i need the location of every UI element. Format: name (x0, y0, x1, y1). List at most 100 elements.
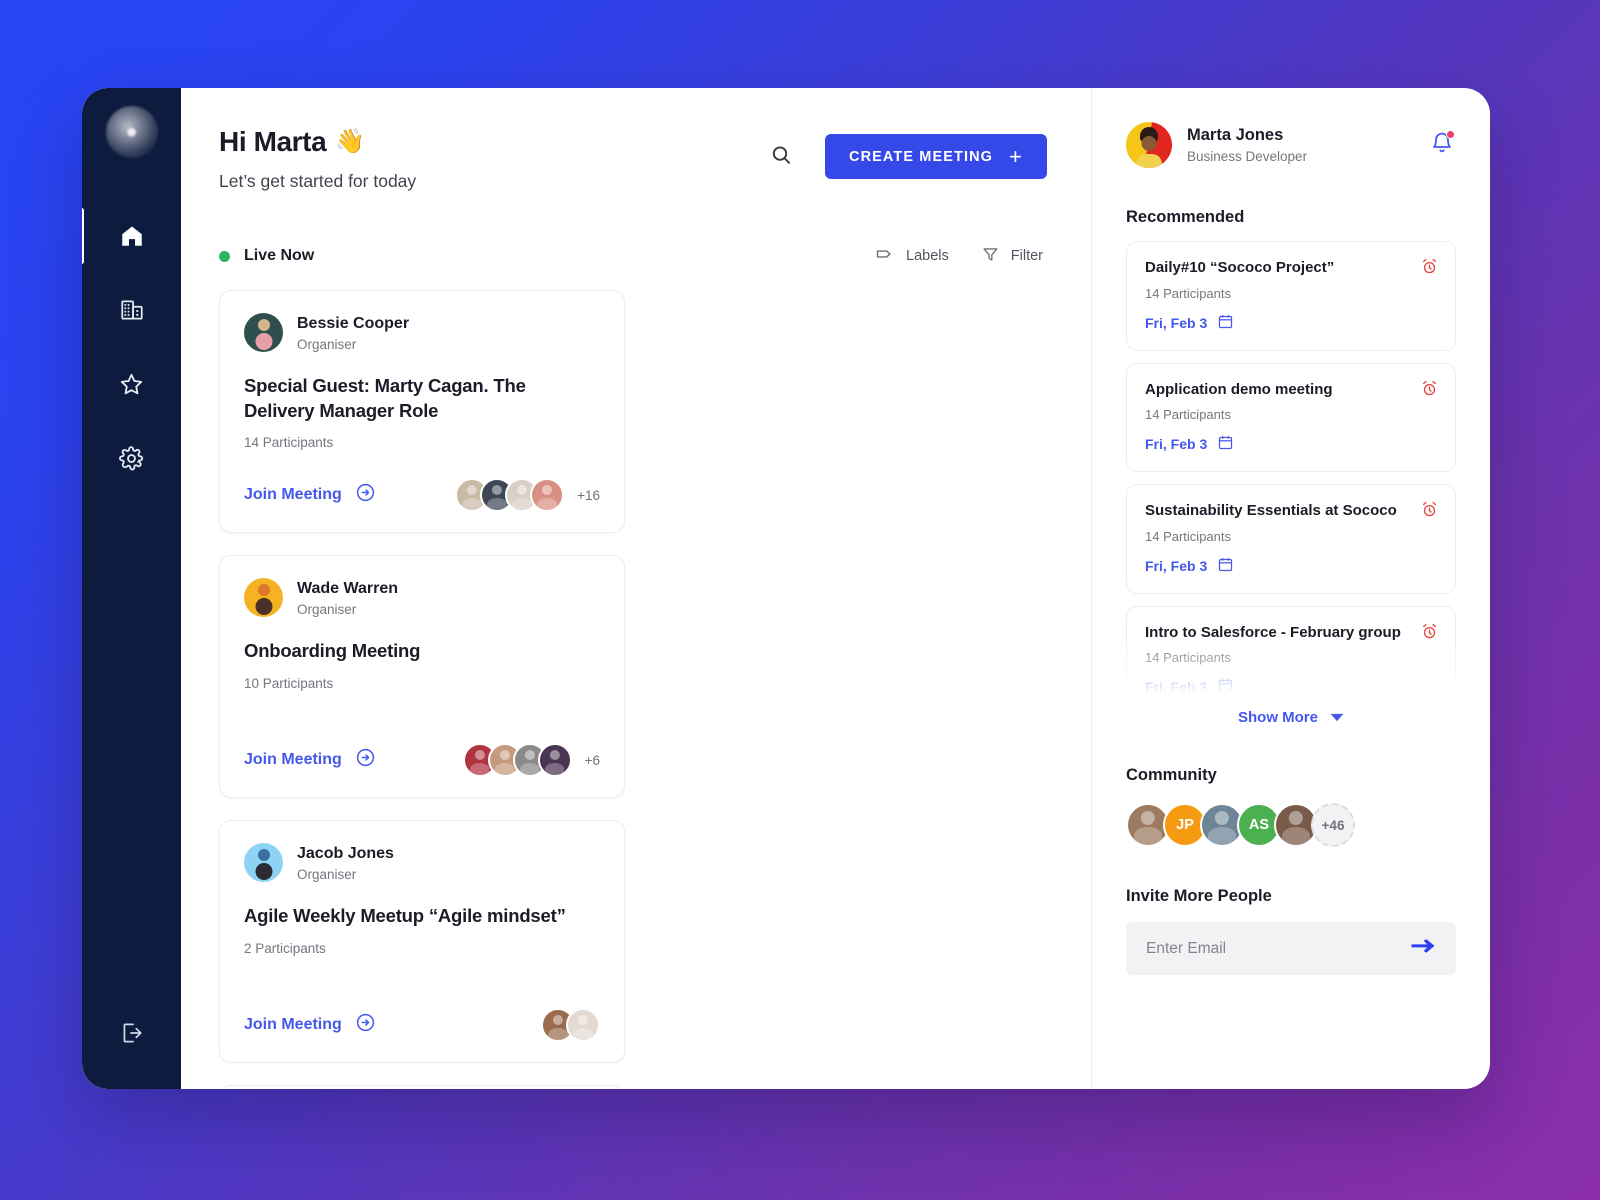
meeting-card[interactable]: Wade Warren Organiser Onboarding Meeting… (219, 555, 625, 799)
recommended-date[interactable]: Fri, Feb 3 (1145, 677, 1437, 697)
create-meeting-button[interactable]: CREATE MEETING + (825, 134, 1047, 179)
meeting-card[interactable]: Jacob Jones Organiser Agile Weekly Meetu… (219, 820, 625, 1064)
labels-label: Labels (906, 248, 949, 265)
card-footer: Join Meeting (244, 988, 600, 1043)
meeting-title: Onboarding Meeting (244, 640, 421, 662)
meeting-card[interactable]: Ronald Richards Organiser “Sustainabilit… (219, 1085, 625, 1089)
join-meeting-button[interactable]: Join Meeting (244, 1012, 376, 1038)
participant-avatar[interactable] (537, 743, 572, 778)
recommended-participants: 14 Participants (1145, 650, 1231, 665)
community-avatars: JP AS +46 (1126, 803, 1456, 847)
top-actions: CREATE MEETING + (765, 134, 1047, 179)
chevron-down-icon (1330, 709, 1344, 726)
meeting-card[interactable]: Bessie Cooper Organiser Special Guest: M… (219, 290, 625, 534)
organiser-role: Organiser (297, 601, 357, 617)
alarm-clock-icon[interactable] (1420, 379, 1439, 403)
recommended-date[interactable]: Fri, Feb 3 (1145, 434, 1437, 454)
card-footer: Join Meeting +16 (244, 458, 600, 513)
greeting-text: Hi Marta (219, 126, 327, 157)
recommended-title: Application demo meeting (1145, 380, 1333, 398)
recommended-date-label: Fri, Feb 3 (1145, 679, 1208, 695)
organiser-row: Wade Warren Organiser (244, 578, 600, 618)
recommended-item[interactable]: Application demo meeting 14 Participants… (1126, 362, 1456, 472)
sidebar-item-organisation[interactable] (82, 290, 181, 330)
participant-avatar[interactable] (566, 1008, 600, 1043)
topbar: Hi Marta 👋 Let’s get started for today C… (219, 126, 1047, 192)
participant-avatar-stack: +16 (455, 478, 600, 513)
waving-hand-icon: 👋 (335, 128, 365, 156)
star-icon (118, 371, 145, 398)
participant-overflow-count: +16 (577, 487, 600, 503)
arrow-circle-right-icon (355, 482, 376, 508)
filter-button[interactable]: Filter (981, 245, 1043, 268)
app-logo-icon[interactable]: ● (105, 106, 158, 158)
create-meeting-label: CREATE MEETING (849, 148, 994, 165)
recommended-participants: 14 Participants (1145, 407, 1231, 422)
organiser-avatar[interactable] (244, 578, 283, 618)
recommended-date-label: Fri, Feb 3 (1145, 557, 1208, 574)
email-field[interactable] (1146, 939, 1396, 958)
show-more-label: Show More (1237, 709, 1318, 726)
profile-identity[interactable]: Marta Jones Business Developer (1126, 122, 1307, 168)
participant-avatar-stack (541, 1008, 600, 1043)
plus-icon: + (1009, 143, 1023, 169)
list-tools: Labels Filter (875, 244, 1043, 268)
avatar (1126, 122, 1172, 168)
participant-avatar[interactable] (530, 478, 565, 513)
page-title: Hi Marta 👋 (219, 126, 416, 158)
tag-icon (875, 244, 895, 268)
join-meeting-button[interactable]: Join Meeting (244, 747, 376, 773)
filter-funnel-icon (981, 245, 1000, 268)
recommended-date-label: Fri, Feb 3 (1145, 314, 1208, 331)
notifications-button[interactable] (1428, 129, 1456, 162)
join-meeting-button[interactable]: Join Meeting (244, 482, 376, 508)
sidebar-item-favourites[interactable] (82, 364, 181, 404)
organiser-role: Organiser (297, 336, 357, 352)
labels-button[interactable]: Labels (875, 244, 949, 268)
recommended-participants: 14 Participants (1145, 528, 1231, 544)
sidebar-item-settings[interactable] (82, 438, 181, 478)
send-icon (1410, 936, 1436, 961)
gear-icon (118, 445, 145, 472)
alarm-clock-icon[interactable] (1420, 500, 1439, 524)
organiser-row: Bessie Cooper Organiser (244, 313, 600, 353)
recommended-participants: 14 Participants (1145, 285, 1231, 301)
recommended-item[interactable]: Intro to Salesforce - February group 14 … (1126, 605, 1456, 703)
participant-avatar-stack: +6 (462, 743, 600, 778)
send-invite-button[interactable] (1408, 934, 1438, 963)
recommended-date[interactable]: Fri, Feb 3 (1145, 556, 1437, 576)
left-nav-rail: ● (82, 88, 181, 1089)
recommended-item[interactable]: Daily#10 “Sococo Project” 14 Participant… (1126, 241, 1456, 351)
meeting-title: Agile Weekly Meetup “Agile mindset” (244, 905, 566, 927)
alarm-clock-icon[interactable] (1420, 257, 1439, 281)
recommended-date[interactable]: Fri, Feb 3 (1145, 313, 1437, 333)
community-overflow-count[interactable]: +46 (1311, 803, 1355, 847)
organiser-avatar[interactable] (244, 843, 283, 883)
sidebar-item-home[interactable] (82, 208, 181, 264)
organiser-avatar[interactable] (244, 313, 283, 353)
meeting-card-list: Bessie Cooper Organiser Special Guest: M… (219, 290, 1047, 1089)
community-heading: Community (1126, 766, 1217, 784)
join-meeting-label: Join Meeting (244, 486, 342, 504)
search-button[interactable] (765, 139, 797, 174)
join-meeting-label: Join Meeting (244, 751, 342, 769)
page-subtitle: Let’s get started for today (219, 171, 417, 192)
organiser-name: Jacob Jones (297, 844, 394, 862)
recommended-list: Daily#10 “Sococo Project” 14 Participant… (1126, 241, 1456, 703)
right-panel: Marta Jones Business Developer Recommend… (1092, 88, 1490, 1089)
join-meeting-label: Join Meeting (244, 1016, 342, 1034)
calendar-icon (1217, 556, 1234, 576)
arrow-circle-right-icon (355, 747, 376, 773)
logout-icon (119, 1020, 145, 1051)
alarm-clock-icon[interactable] (1420, 622, 1439, 646)
recommended-section: Daily#10 “Sococo Project” 14 Participant… (1126, 241, 1456, 703)
recommended-title: Intro to Salesforce - February group (1145, 623, 1401, 641)
show-more-button[interactable]: Show More (1126, 709, 1456, 726)
organiser-row: Jacob Jones Organiser (244, 843, 600, 883)
live-section-bar: Live Now Labels Filter (219, 244, 1047, 268)
logout-button[interactable] (82, 1020, 181, 1051)
meeting-title: Special Guest: Marty Cagan. The Delivery… (244, 375, 526, 421)
recommended-title: Sustainability Essentials at Sococo (1145, 502, 1397, 519)
recommended-item[interactable]: Sustainability Essentials at Sococo 14 P… (1126, 484, 1456, 594)
calendar-icon (1217, 677, 1234, 697)
